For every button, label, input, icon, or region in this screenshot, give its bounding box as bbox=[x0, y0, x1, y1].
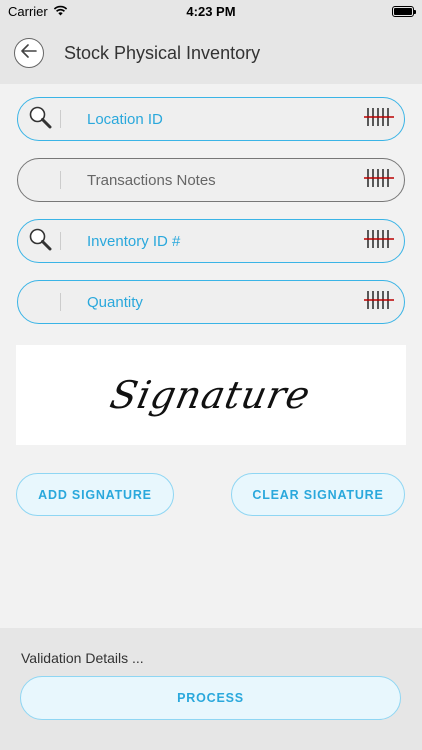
signature-image: Signature bbox=[106, 373, 316, 417]
inventory-id-input[interactable] bbox=[87, 220, 360, 262]
barcode-scan-icon bbox=[364, 229, 394, 254]
quantity-scan-button[interactable] bbox=[360, 281, 398, 323]
search-icon bbox=[28, 227, 52, 256]
search-icon bbox=[28, 105, 52, 134]
transaction-notes-input[interactable] bbox=[87, 159, 360, 201]
transaction-notes-field bbox=[17, 158, 405, 202]
inventory-scan-button[interactable] bbox=[360, 220, 398, 262]
page-title: Stock Physical Inventory bbox=[64, 42, 261, 63]
notes-scan-button[interactable] bbox=[360, 159, 398, 201]
validation-details-label: Validation Details ... bbox=[21, 650, 144, 666]
field-divider bbox=[60, 232, 61, 250]
status-bar: Carrier 4:23 PM bbox=[0, 0, 422, 22]
field-lead-empty bbox=[20, 281, 60, 323]
location-search-button[interactable] bbox=[20, 98, 60, 140]
quantity-field bbox=[17, 280, 405, 324]
barcode-scan-icon bbox=[364, 290, 394, 315]
back-button[interactable] bbox=[14, 38, 44, 68]
battery-icon bbox=[392, 5, 416, 17]
location-id-input[interactable] bbox=[87, 98, 360, 140]
inventory-id-field bbox=[17, 219, 405, 263]
bottom-panel: Validation Details ... PROCESS bbox=[0, 628, 422, 750]
add-signature-button[interactable]: ADD SIGNATURE bbox=[16, 473, 174, 516]
field-divider bbox=[60, 293, 61, 311]
field-divider bbox=[60, 171, 61, 189]
inventory-search-button[interactable] bbox=[20, 220, 60, 262]
wifi-icon bbox=[53, 4, 68, 19]
carrier-label: Carrier bbox=[8, 3, 48, 19]
location-id-field bbox=[17, 97, 405, 141]
field-lead-empty bbox=[20, 159, 60, 201]
field-divider bbox=[60, 110, 61, 128]
signature-pad[interactable]: Signature bbox=[16, 345, 406, 445]
location-scan-button[interactable] bbox=[360, 98, 398, 140]
header: Stock Physical Inventory bbox=[0, 22, 422, 84]
status-left: Carrier bbox=[8, 4, 68, 19]
barcode-scan-icon bbox=[364, 168, 394, 193]
back-arrow-icon bbox=[21, 43, 37, 63]
quantity-input[interactable] bbox=[87, 281, 360, 323]
clear-signature-button[interactable]: CLEAR SIGNATURE bbox=[231, 473, 405, 516]
process-button[interactable]: PROCESS bbox=[20, 676, 401, 720]
barcode-scan-icon bbox=[364, 107, 394, 132]
